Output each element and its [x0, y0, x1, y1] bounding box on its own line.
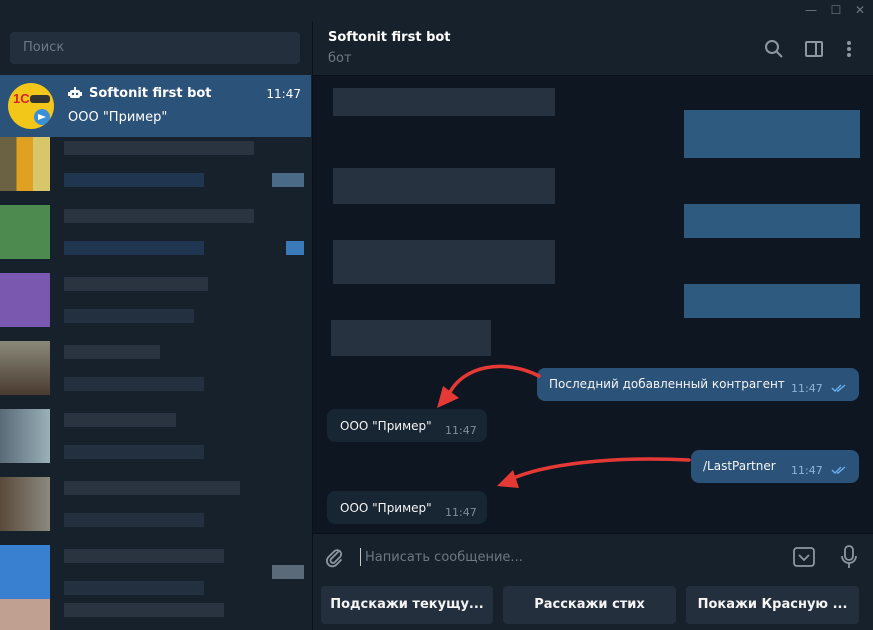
keyboard-button-red[interactable]: Покажи Красную ...: [686, 586, 859, 624]
blurred-avatar: [0, 599, 50, 630]
blurred-line: [272, 173, 304, 187]
avatar-logo-bar: [30, 95, 50, 103]
blurred-line: [64, 549, 224, 563]
telegram-icon: [34, 109, 50, 125]
message-incoming[interactable]: ООО "Пример" 11:47: [327, 491, 487, 524]
blurred-line: [64, 377, 204, 391]
chat-preview: ООО "Пример": [68, 110, 168, 125]
window-titlebar: — ☐ ✕: [0, 0, 873, 21]
blurred-message: [684, 284, 860, 318]
blurred-message: [331, 320, 491, 356]
message-outgoing[interactable]: /LastPartner 11:47: [691, 450, 859, 483]
bot-icon: [68, 87, 82, 98]
read-checkmarks-icon: [831, 466, 846, 474]
chat-list-sidebar: Поиск 1С Softonit first bot 11:47 ООО "П…: [0, 21, 313, 630]
blurred-avatar: [0, 341, 50, 395]
message-time: 11:47: [791, 464, 823, 477]
search-input[interactable]: Поиск: [10, 32, 300, 64]
message-time: 11:47: [445, 506, 477, 519]
blurred-message: [684, 110, 860, 158]
chat-title[interactable]: Softonit first bot: [328, 30, 451, 45]
keyboard-button-poem[interactable]: Расскажи стих: [503, 586, 676, 624]
message-input[interactable]: Написать сообщение...: [365, 550, 523, 565]
blurred-line: [64, 481, 240, 495]
blurred-line: [272, 565, 304, 579]
sidebar-toggle-icon[interactable]: [803, 38, 825, 60]
message-composer: Написать сообщение...: [313, 533, 873, 580]
blurred-avatar: [0, 137, 50, 191]
blurred-line: [64, 141, 254, 155]
search-icon[interactable]: [763, 38, 785, 60]
blurred-line: [64, 603, 224, 617]
chat-item-softonit-bot[interactable]: 1С Softonit first bot 11:47 ООО "Пример": [0, 75, 311, 137]
blurred-line: [64, 277, 208, 291]
avatar-logo-text: 1С: [13, 91, 30, 106]
blurred-line: [64, 581, 204, 595]
chat-header: Softonit first bot бот: [313, 21, 873, 76]
blurred-avatar: [0, 273, 50, 327]
blurred-line: [64, 445, 204, 459]
blurred-line: [64, 241, 204, 255]
chat-name: Softonit first bot: [89, 86, 212, 101]
message-text: /LastPartner: [703, 459, 776, 473]
bot-keyboard-icon[interactable]: [793, 546, 815, 568]
blurred-avatar: [0, 205, 50, 259]
keyboard-button-current[interactable]: Подскажи текущу...: [321, 586, 493, 624]
message-text: Последний добавленный контрагент: [549, 377, 785, 391]
blurred-message: [333, 240, 555, 284]
message-time: 11:47: [445, 424, 477, 437]
close-icon[interactable]: ✕: [851, 2, 869, 18]
chat-time: 11:47: [266, 87, 301, 101]
message-incoming[interactable]: ООО "Пример" 11:47: [327, 409, 487, 442]
blurred-avatar: [0, 545, 50, 599]
blurred-line: [286, 241, 304, 255]
maximize-icon[interactable]: ☐: [827, 2, 845, 18]
blurred-message: [333, 168, 555, 204]
message-area[interactable]: Последний добавленный контрагент 11:47 О…: [313, 76, 873, 533]
blurred-avatar: [0, 409, 50, 463]
chat-subtitle: бот: [328, 51, 352, 66]
blurred-chat-list: [0, 137, 311, 630]
read-checkmarks-icon: [831, 384, 846, 392]
search-placeholder: Поиск: [23, 40, 65, 55]
bot-reply-keyboard: Подскажи текущу... Расскажи стих Покажи …: [313, 579, 873, 630]
more-menu-icon[interactable]: [838, 38, 860, 60]
blurred-avatar: [0, 477, 50, 531]
message-text: ООО "Пример": [340, 501, 432, 515]
microphone-icon[interactable]: [840, 545, 858, 569]
message-text: ООО "Пример": [340, 419, 432, 433]
blurred-line: [64, 209, 254, 223]
paperclip-icon[interactable]: [323, 546, 345, 568]
minimize-icon[interactable]: —: [802, 2, 820, 18]
blurred-line: [64, 413, 176, 427]
message-outgoing[interactable]: Последний добавленный контрагент 11:47: [537, 368, 859, 401]
blurred-message: [333, 88, 555, 116]
blurred-line: [64, 309, 194, 323]
blurred-line: [64, 513, 204, 527]
text-cursor: [360, 548, 361, 566]
avatar: 1С: [8, 83, 54, 129]
blurred-line: [64, 173, 204, 187]
blurred-message: [684, 204, 860, 238]
blurred-line: [64, 345, 160, 359]
message-time: 11:47: [791, 382, 823, 395]
